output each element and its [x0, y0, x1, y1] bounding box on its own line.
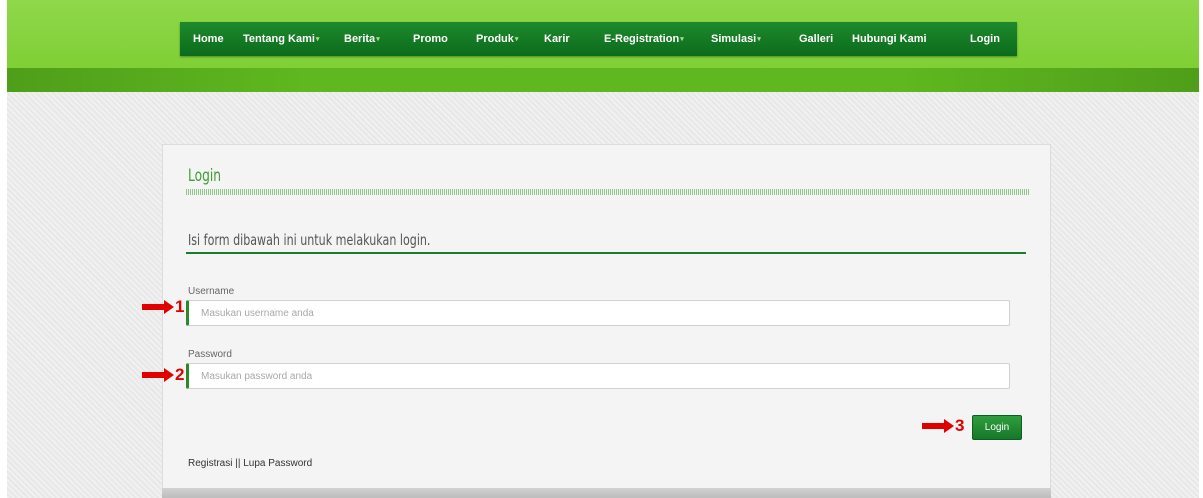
nav-item-label: Karir: [544, 33, 570, 45]
nav-item-berita[interactable]: Berita▾: [344, 33, 380, 45]
chevron-down-icon: ▾: [315, 36, 320, 44]
arrow-head-icon: [164, 300, 174, 314]
arrow-right-icon: [142, 304, 164, 310]
nav-item-hubungi-kami[interactable]: Hubungi Kami: [852, 33, 927, 45]
annotation-number: 1: [175, 297, 185, 316]
nav-item-label: Hubungi Kami: [852, 33, 927, 45]
username-label: Username: [188, 286, 235, 297]
nav-item-e-registration[interactable]: E-Registration▾: [604, 33, 684, 45]
arrow-head-icon: [944, 419, 954, 433]
footer-links: Registrasi || Lupa Password: [188, 458, 312, 469]
chevron-down-icon: ▾: [757, 36, 761, 44]
arrow-right-icon: [922, 423, 944, 429]
nav-item-tentang-kami[interactable]: Tentang Kami▾: [243, 33, 319, 45]
nav-item-label: Simulasi: [711, 33, 757, 45]
nav-item-label: Produk: [476, 33, 514, 45]
chevron-down-icon: ▾: [376, 36, 380, 44]
nav-item-label: Tentang Kami: [243, 33, 315, 45]
panel-footer-bar: [162, 488, 1051, 498]
instructions-divider: [186, 252, 1026, 254]
nav-item-login[interactable]: Login: [970, 33, 1000, 45]
register-link[interactable]: Registrasi: [188, 458, 232, 469]
username-field[interactable]: [186, 300, 1010, 326]
annotation-arrow-1: 1: [142, 297, 184, 317]
nav-item-label: Home: [193, 33, 224, 45]
page-frame-left: [0, 0, 7, 498]
chevron-down-icon: ▾: [514, 36, 519, 44]
nav-item-label: E-Registration: [604, 33, 680, 45]
arrow-head-icon: [164, 368, 174, 382]
nav-item-label: Galleri: [799, 33, 834, 45]
annotation-number: 3: [955, 416, 965, 435]
annotation-number: 2: [175, 365, 185, 384]
title-divider: [186, 189, 1029, 195]
login-submit-button[interactable]: Login: [972, 415, 1022, 440]
nav-item-karir[interactable]: Karir: [544, 33, 570, 45]
page-frame-right: [1199, 0, 1203, 498]
arrow-right-icon: [142, 372, 164, 378]
nav-item-label: Promo: [413, 33, 448, 45]
annotation-arrow-2: 2: [142, 365, 184, 385]
header-band: [7, 68, 1199, 92]
chevron-down-icon: ▾: [680, 36, 684, 44]
forgot-password-link[interactable]: Lupa Password: [243, 458, 312, 469]
nav-item-home[interactable]: Home: [193, 33, 224, 45]
nav-item-simulasi[interactable]: Simulasi▾: [711, 33, 761, 45]
nav-item-label: Berita: [344, 33, 376, 45]
page-title: Login: [188, 166, 222, 186]
nav-item-label: Login: [970, 33, 1000, 45]
nav-item-promo[interactable]: Promo: [413, 33, 448, 45]
password-label: Password: [188, 349, 232, 360]
password-field[interactable]: [186, 363, 1010, 389]
nav-item-produk[interactable]: Produk▾: [476, 33, 518, 45]
form-instructions: Isi form dibawah ini untuk melakukan log…: [188, 231, 431, 249]
link-separator: ||: [232, 458, 244, 469]
main-navigation: Home Tentang Kami▾ Berita▾ Promo Produk▾…: [180, 22, 1017, 56]
nav-item-galleri[interactable]: Galleri: [799, 33, 833, 45]
annotation-arrow-3: 3: [922, 416, 964, 436]
